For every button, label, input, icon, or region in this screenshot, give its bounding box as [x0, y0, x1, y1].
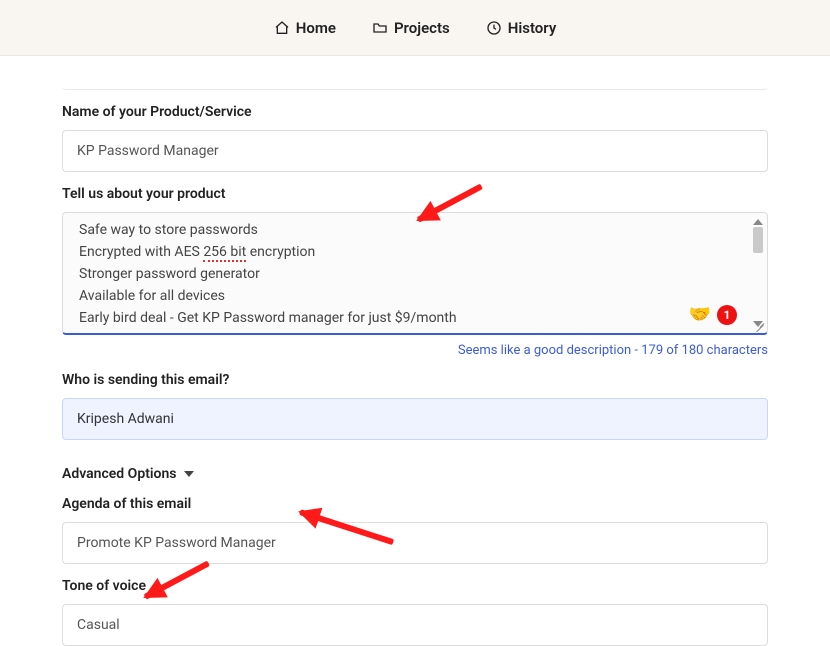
agenda-input[interactable]: Promote KP Password Manager: [62, 522, 768, 564]
nav-home[interactable]: Home: [274, 19, 336, 37]
textarea-scrollbar[interactable]: [751, 219, 765, 327]
grammar-badge[interactable]: 🤝 1: [689, 304, 737, 325]
form-body: Name of your Product/Service KP Password…: [0, 56, 830, 646]
handshake-icon: 🤝: [689, 304, 711, 325]
spellcheck-underline: 256 bit: [203, 244, 246, 262]
resize-handle-icon[interactable]: [753, 319, 765, 331]
label-agenda: Agenda of this email: [62, 496, 768, 512]
label-product-name: Name of your Product/Service: [62, 104, 768, 120]
nav-home-label: Home: [296, 19, 336, 37]
tone-input[interactable]: Casual: [62, 604, 768, 646]
clock-icon: [486, 20, 502, 36]
tone-value: Casual: [77, 617, 120, 633]
product-name-input[interactable]: KP Password Manager: [62, 130, 768, 172]
scroll-thumb[interactable]: [753, 227, 763, 253]
about-textarea[interactable]: Safe way to store passwords Encrypted wi…: [62, 212, 768, 335]
nav-history[interactable]: History: [486, 19, 557, 37]
chevron-down-icon: [184, 471, 194, 477]
nav-projects-label: Projects: [394, 19, 450, 37]
advanced-options-toggle[interactable]: Advanced Options: [62, 466, 768, 482]
advanced-label: Advanced Options: [62, 466, 176, 482]
scroll-up-icon[interactable]: [753, 219, 763, 225]
nav-history-label: History: [508, 19, 557, 37]
home-icon: [274, 20, 290, 36]
label-tone: Tone of voice: [62, 578, 768, 594]
sender-value: Kripesh Adwani: [77, 411, 174, 427]
about-line: Stronger password generator: [79, 263, 751, 285]
top-nav: Home Projects History: [0, 0, 830, 56]
folder-icon: [372, 20, 388, 36]
about-line: Available for all devices: [79, 285, 751, 307]
nav-projects[interactable]: Projects: [372, 19, 450, 37]
prev-section-bottom: [62, 76, 768, 90]
about-content: Safe way to store passwords Encrypted wi…: [63, 219, 767, 329]
about-line: Early bird deal - Get KP Password manage…: [79, 307, 751, 329]
about-line: Encrypted with AES 256 bit encryption: [79, 241, 751, 263]
label-sender: Who is sending this email?: [62, 372, 768, 388]
label-about: Tell us about your product: [62, 186, 768, 202]
agenda-value: Promote KP Password Manager: [77, 535, 276, 551]
product-name-value: KP Password Manager: [77, 143, 219, 159]
error-count-badge: 1: [717, 305, 737, 325]
sender-input[interactable]: Kripesh Adwani: [62, 398, 768, 440]
char-counter: Seems like a good description - 179 of 1…: [62, 343, 768, 358]
about-line: Safe way to store passwords: [79, 219, 751, 241]
